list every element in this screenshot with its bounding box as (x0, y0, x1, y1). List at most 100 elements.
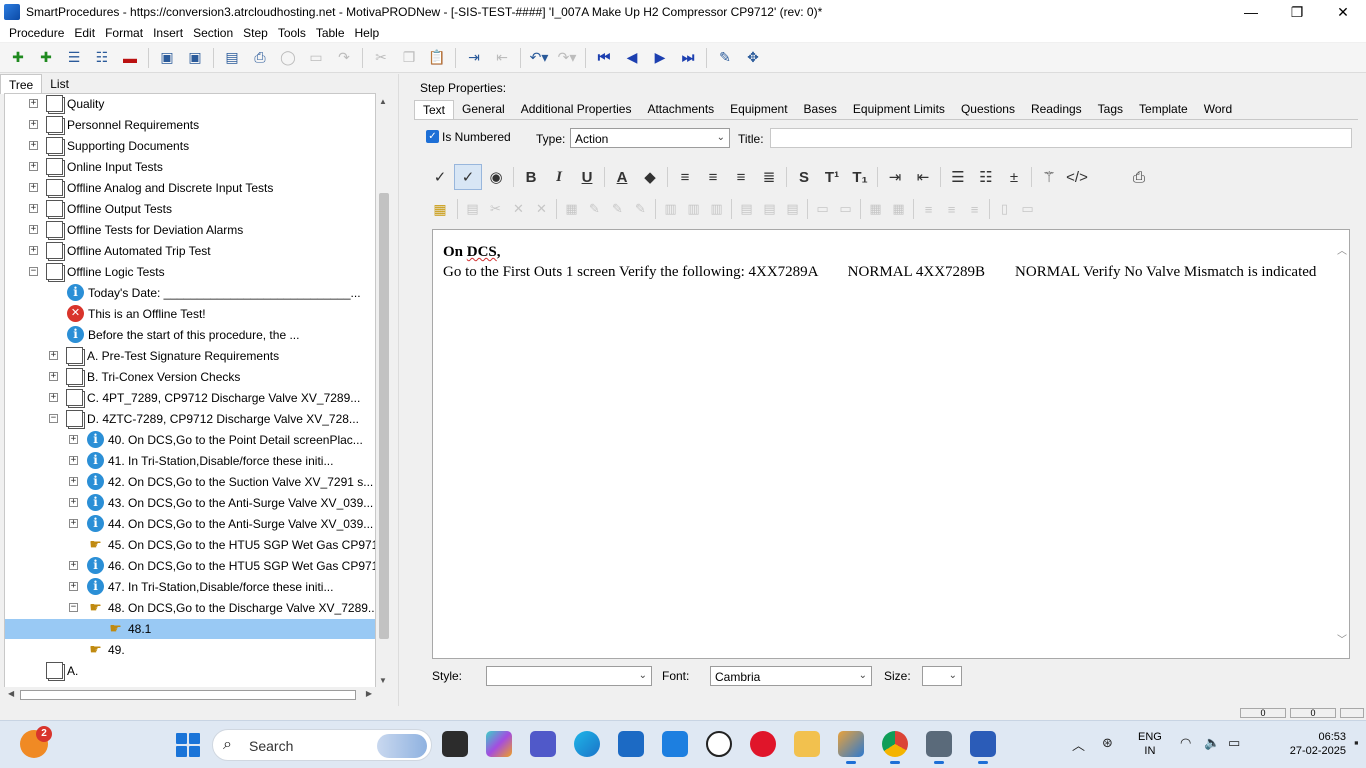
expand-toggle-icon[interactable]: + (69, 477, 78, 486)
tree-node[interactable]: + i 46. On DCS,Go to the HTU5 SGP Wet Gas … (5, 556, 375, 576)
expand-toggle-icon[interactable]: + (49, 393, 58, 402)
tree-node[interactable]: ☛ 49. (5, 640, 375, 660)
copilot-icon[interactable] (486, 731, 512, 757)
collapse-toggle-icon[interactable]: − (69, 603, 78, 612)
tab-questions[interactable]: Questions (953, 100, 1023, 120)
store-icon[interactable] (618, 731, 644, 757)
tree-node[interactable]: A. (5, 661, 375, 681)
bullet-list-icon[interactable]: ☰ (944, 164, 972, 190)
save-icon[interactable]: ▣ (156, 47, 178, 69)
editor-scroll-up-icon[interactable]: ︿ (1337, 242, 1347, 257)
preview-icon[interactable]: ▭ (305, 47, 327, 69)
tree-node[interactable]: + i 41. In Tri-Station,Disable/force these… (5, 451, 375, 471)
menu-tools[interactable]: Tools (273, 26, 311, 40)
globe-icon[interactable]: ◉ (482, 164, 510, 190)
refresh-icon[interactable]: ◯ (277, 47, 299, 69)
export-icon[interactable]: ▤ (221, 47, 243, 69)
scroll-left-icon[interactable]: ◀ (8, 689, 14, 698)
font-color-icon[interactable]: A (608, 164, 636, 190)
next-icon[interactable]: ▶ (649, 47, 671, 69)
expand-toggle-icon[interactable]: + (49, 351, 58, 360)
expand-toggle-icon[interactable]: + (69, 519, 78, 528)
show-hidden-icons-icon[interactable]: ︿ (1072, 735, 1085, 754)
tab-list[interactable]: List (42, 74, 77, 94)
tab-equipment[interactable]: Equipment (722, 100, 795, 120)
copy-icon[interactable]: ❐ (398, 47, 420, 69)
column-width-icon[interactable]: ▯ (993, 196, 1016, 222)
tree-node[interactable]: + i 40. On DCS,Go to the Point Detail scre… (5, 430, 375, 450)
merge-cells-icon[interactable]: ▭ (811, 196, 834, 222)
table-delete-icon[interactable]: ✕ (507, 196, 530, 222)
tree-node[interactable]: + Offline Tests for Deviation Alarms (5, 220, 375, 240)
style-select[interactable]: ⌄ (486, 666, 652, 686)
underline-button[interactable]: U (573, 164, 601, 190)
add-child-icon[interactable]: ✚ (35, 47, 57, 69)
tab-equipment-limits[interactable]: Equipment Limits (845, 100, 953, 120)
expand-toggle-icon[interactable]: + (29, 225, 38, 234)
tree-node[interactable]: + Offline Output Tests (5, 199, 375, 219)
menu-section[interactable]: Section (188, 26, 238, 40)
cut-icon[interactable]: ✂ (370, 47, 392, 69)
start-button[interactable] (176, 733, 200, 757)
print-icon[interactable]: ⎙ (249, 47, 271, 69)
tab-text[interactable]: Text (414, 100, 455, 120)
dell-icon[interactable] (706, 731, 732, 757)
move-icon[interactable]: ✥ (742, 47, 764, 69)
menu-edit[interactable]: Edit (69, 26, 100, 40)
insert-col-left-icon[interactable]: ▥ (659, 196, 682, 222)
expand-icon[interactable]: ☷ (91, 47, 113, 69)
insert-line-icon[interactable]: ± (1000, 164, 1028, 190)
tree-node[interactable]: ☛ 45. On DCS,Go to the HTU5 SGP Wet Gas C… (5, 535, 375, 555)
remote-desktop-icon[interactable] (926, 731, 952, 764)
tree-node[interactable]: ✕ This is an Offline Test! (5, 304, 375, 324)
tree-node[interactable]: + B. Tri-Conex Version Checks (5, 367, 375, 387)
expand-toggle-icon[interactable]: + (29, 246, 38, 255)
system-clock[interactable]: 06:53 27-02-2025 (1286, 730, 1346, 758)
collapse-toggle-icon[interactable]: − (29, 267, 38, 276)
cell-props-icon[interactable]: ▦ (560, 196, 583, 222)
tab-bases[interactable]: Bases (796, 100, 845, 120)
task-view-icon[interactable] (442, 731, 468, 757)
weather-icon[interactable]: 2 (20, 726, 52, 758)
procedure-tree[interactable]: + Quality + Personnel Requirements + Supporti… (4, 93, 376, 689)
indent-icon[interactable]: ⇥ (463, 47, 485, 69)
cell-format-icon[interactable]: ✎ (606, 196, 629, 222)
cell-valign-icon[interactable]: ▦ (887, 196, 910, 222)
tree-node[interactable]: i Today's Date: _________________________… (5, 283, 375, 303)
remove-icon[interactable]: ▬ (119, 47, 141, 69)
bold-button[interactable]: B (517, 164, 545, 190)
scroll-up-icon[interactable]: ▲ (379, 97, 387, 106)
collapse-toggle-icon[interactable]: − (49, 414, 58, 423)
panel-splitter[interactable] (398, 74, 406, 706)
outdent-icon[interactable]: ⇤ (491, 47, 513, 69)
expand-toggle-icon[interactable]: + (29, 204, 38, 213)
split-cells-icon[interactable]: ▭ (834, 196, 857, 222)
tab-general[interactable]: General (454, 100, 513, 120)
edge-icon[interactable] (574, 731, 600, 757)
tree-node[interactable]: i Before the start of this procedure, the… (5, 325, 375, 345)
menu-step[interactable]: Step (238, 26, 273, 40)
cell-style-icon[interactable]: ✎ (629, 196, 652, 222)
prev-icon[interactable]: ◀ (621, 47, 643, 69)
expand-toggle-icon[interactable]: + (69, 561, 78, 570)
maximize-button[interactable]: ❐ (1274, 0, 1320, 24)
scroll-down-icon[interactable]: ▼ (379, 676, 387, 685)
insert-row-above-icon[interactable]: ▤ (735, 196, 758, 222)
add-icon[interactable]: ✚ (7, 47, 29, 69)
cell-align-icon[interactable]: ▦ (864, 196, 887, 222)
code-view-icon[interactable]: </> (1063, 164, 1091, 190)
redo2-icon[interactable]: ↷▾ (556, 47, 578, 69)
table-props-icon[interactable]: ▤ (461, 196, 484, 222)
table-clear-icon[interactable]: ✕ (530, 196, 553, 222)
is-numbered-checkbox[interactable]: ✓ (426, 130, 439, 143)
tree-node[interactable]: + A. Pre-Test Signature Requirements (5, 346, 375, 366)
smartprocedures-taskbar-icon[interactable] (838, 731, 864, 764)
superscript-icon[interactable]: T¹ (818, 164, 846, 190)
size-select[interactable]: ⌄ (922, 666, 962, 686)
tree-node[interactable]: + Quality (5, 94, 375, 114)
tab-template[interactable]: Template (1131, 100, 1196, 120)
cell-middle-icon[interactable]: ≡ (940, 196, 963, 222)
tab-readings[interactable]: Readings (1023, 100, 1090, 120)
tab-tags[interactable]: Tags (1090, 100, 1131, 120)
align-left-icon[interactable]: ≡ (671, 164, 699, 190)
